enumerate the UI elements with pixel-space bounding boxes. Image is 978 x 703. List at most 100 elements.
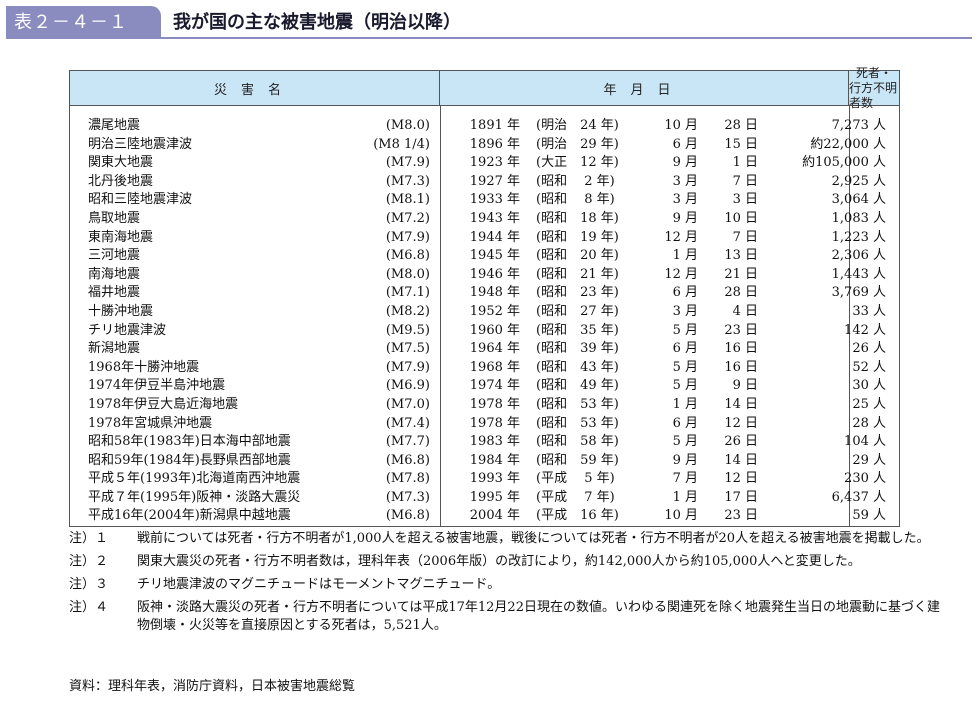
- table-row: 新潟地震 (M7.5) 1964 年 (昭和 39 年) 6 月 16 日 26 人: [70, 340, 899, 359]
- note-text: 戦前については死者・行方不明者が1,000人を超える被害地震，戦後については死者…: [137, 531, 930, 546]
- note-label: 注）２: [69, 554, 109, 569]
- cell-day: 12 日: [724, 415, 758, 431]
- cell-dead: 約105,000 人: [802, 155, 886, 171]
- cell-mag: (M7.3): [385, 489, 430, 505]
- cell-mag: (M7.0): [385, 396, 430, 412]
- cell-month: 5 月: [672, 359, 698, 375]
- column-header-dead-line1: 死者・: [855, 65, 892, 80]
- cell-dead: 7,273 人: [831, 118, 886, 133]
- cell-dead: 1,223 人: [831, 229, 886, 245]
- cell-year: 1891 年: [469, 118, 520, 133]
- cell-mag: (M7.9): [385, 359, 430, 375]
- table-row: 濃尾地震 (M8.0) 1891 年 (明治 24 年) 10 月 28 日 7,273 人: [70, 117, 899, 136]
- cell-day: 28 日: [724, 118, 758, 133]
- cell-mag: (M7.3): [385, 173, 430, 189]
- cell-day: 17 日: [724, 489, 758, 505]
- note-item: 注）１ 戦前については死者・行方不明者が1,000人を超える被害地震，戦後について…: [69, 530, 949, 548]
- cell-name: 平成７年(1995年)阪神・淡路大震災: [88, 489, 301, 505]
- table-row: 昭和58年(1983年)日本海中部地震 (M7.7) 1983 年 (昭和 58 年)…: [70, 433, 899, 452]
- cell-era: (平成 16 年): [536, 508, 619, 524]
- cell-day: 7 日: [732, 173, 758, 189]
- cell-year: 1945 年: [469, 248, 520, 264]
- cell-name: 北丹後地震: [88, 173, 154, 189]
- cell-name: 昭和59年(1984年)長野県西部地震: [88, 452, 291, 468]
- cell-day: 14 日: [724, 452, 758, 468]
- cell-day: 9 日: [732, 378, 758, 394]
- cell-mag: (M7.9): [385, 155, 430, 171]
- cell-dead: 2,306 人: [831, 248, 886, 264]
- table-row: 昭和三陸地震津波 (M8.1) 1933 年 (昭和 8 年) 3 月 3 日 3,064 …: [70, 191, 899, 210]
- cell-era: (昭和 2 年): [536, 173, 615, 189]
- cell-dead: 1,443 人: [831, 266, 886, 282]
- cell-mag: (M6.8): [385, 452, 430, 468]
- cell-month: 12 月: [664, 229, 698, 245]
- cell-name: 東南海地震: [88, 229, 154, 245]
- table-row: チリ地震津波 (M9.5) 1960 年 (昭和 35 年) 5 月 23 日 142 人: [70, 322, 899, 341]
- table-row: 1978年伊豆大島近海地震 (M7.0) 1978 年 (昭和 53 年) 1 月 14 …: [70, 396, 899, 415]
- cell-name: 南海地震: [88, 266, 141, 282]
- table-row: 関東大地震 (M7.9) 1923 年 (大正 12 年) 9 月 1 日 約105,000…: [70, 154, 899, 173]
- cell-dead: 59 人: [852, 508, 886, 524]
- cell-name: 平成16年(2004年)新潟県中越地震: [88, 508, 291, 524]
- table-row: 南海地震 (M8.0) 1946 年 (昭和 21 年) 12 月 21 日 1,443 人: [70, 266, 899, 285]
- table-row: 東南海地震 (M7.9) 1944 年 (昭和 19 年) 12 月 7 日 1,223 人: [70, 229, 899, 248]
- column-header-name: 災害名: [70, 71, 440, 105]
- cell-era: (昭和 53 年): [536, 396, 619, 412]
- cell-year: 1923 年: [469, 155, 520, 171]
- cell-name: 1978年伊豆大島近海地震: [88, 396, 239, 412]
- cell-era: (平成 5 年): [536, 471, 615, 487]
- cell-year: 1984 年: [469, 452, 520, 468]
- cell-mag: (M8.0): [385, 118, 430, 133]
- cell-era: (昭和 53 年): [536, 415, 619, 431]
- source-note: 資料：理科年表，消防庁資料，日本被害地震総覧: [69, 679, 356, 694]
- cell-day: 21 日: [724, 266, 758, 282]
- cell-mag: (M7.7): [385, 434, 430, 450]
- cell-name: 濃尾地震: [88, 118, 141, 133]
- cell-day: 3 日: [732, 192, 758, 208]
- column-header-dead-line2: 行方不明者数: [849, 80, 898, 110]
- cell-day: 15 日: [724, 136, 758, 152]
- cell-era: (昭和 27 年): [536, 303, 619, 319]
- cell-name: 1968年十勝沖地震: [88, 359, 200, 375]
- table-title: 我が国の主な被害地震（明治以降）: [173, 12, 461, 33]
- cell-mag: (M7.9): [385, 229, 430, 245]
- cell-day: 16 日: [724, 359, 758, 375]
- table-row: 平成７年(1995年)阪神・淡路大震災 (M7.3) 1995 年 (平成 7 年) 1…: [70, 489, 899, 508]
- cell-year: 1968 年: [469, 359, 520, 375]
- cell-day: 14 日: [724, 396, 758, 412]
- notes: 注）１ 戦前については死者・行方不明者が1,000人を超える被害地震，戦後について…: [69, 530, 949, 640]
- cell-era: (昭和 35 年): [536, 322, 619, 338]
- table-row: 平成16年(2004年)新潟県中越地震 (M6.8) 2004 年 (平成 16 年)…: [70, 507, 899, 526]
- cell-month: 12 月: [664, 266, 698, 282]
- cell-era: (昭和 49 年): [536, 378, 619, 394]
- cell-mag: (M8.2): [385, 303, 430, 319]
- cell-dead: 1,083 人: [831, 210, 886, 226]
- cell-day: 1 日: [732, 155, 758, 171]
- cell-mag: (M8 1/4): [373, 136, 430, 152]
- note-item: 注）２ 関東大震災の死者・行方不明者数は，理科年表（2006年版）の改訂により，約…: [69, 553, 949, 571]
- cell-name: チリ地震津波: [88, 322, 167, 338]
- cell-day: 23 日: [724, 508, 758, 524]
- cell-year: 1993 年: [469, 471, 520, 487]
- cell-era: (昭和 18 年): [536, 210, 619, 226]
- cell-month: 1 月: [672, 396, 698, 412]
- cell-era: (平成 7 年): [536, 489, 615, 505]
- cell-dead: 3,064 人: [831, 192, 886, 208]
- cell-month: 9 月: [672, 210, 698, 226]
- cell-year: 1927 年: [469, 173, 520, 189]
- cell-name: 福井地震: [88, 285, 141, 301]
- cell-mag: (M6.8): [385, 508, 430, 524]
- cell-day: 16 日: [724, 341, 758, 357]
- table-body: 濃尾地震 (M8.0) 1891 年 (明治 24 年) 10 月 28 日 7,273 人…: [70, 117, 899, 526]
- cell-day: 10 日: [724, 210, 758, 226]
- note-text: チリ地震津波のマグニチュードはモーメントマグニチュード。: [137, 577, 501, 592]
- cell-era: (昭和 39 年): [536, 341, 619, 357]
- cell-mag: (M7.5): [385, 341, 430, 357]
- cell-year: 1995 年: [469, 489, 520, 505]
- cell-mag: (M9.5): [385, 322, 430, 338]
- cell-mag: (M8.1): [385, 192, 430, 208]
- cell-mag: (M8.0): [385, 266, 430, 282]
- cell-day: 23 日: [724, 322, 758, 338]
- earthquake-table: 災害名 年月日 死者・ 行方不明者数 濃尾地震 (M8.0) 1891 年 (明治 2…: [69, 66, 900, 527]
- cell-year: 1896 年: [469, 136, 520, 152]
